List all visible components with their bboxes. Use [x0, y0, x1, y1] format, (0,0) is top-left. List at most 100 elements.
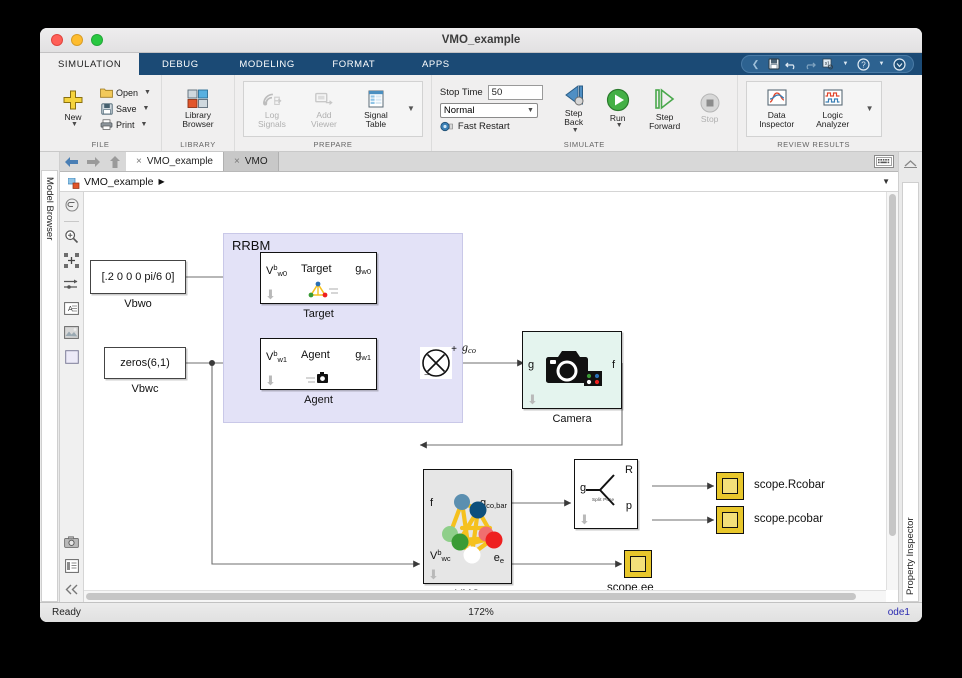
- canvas-row: A RRBM [.2 0 0 0 pi/6 0] Vbwo zeros(6,1)…: [60, 192, 898, 602]
- block-product[interactable]: + −: [420, 344, 457, 381]
- floppy-icon: [100, 102, 113, 115]
- agent-camera-icon: [306, 372, 328, 383]
- logic-analyzer-icon: [823, 89, 843, 106]
- review-overflow-caret-icon[interactable]: ▼: [861, 104, 879, 113]
- open-caret-icon[interactable]: ▼: [144, 89, 151, 96]
- zoom-icon[interactable]: [63, 228, 80, 245]
- log-signals-button[interactable]: Log Signals: [246, 89, 298, 129]
- breadcrumb-dropdown-icon[interactable]: ▼: [882, 177, 890, 186]
- model-browser-tab-label[interactable]: Model Browser: [41, 170, 58, 602]
- undo-icon[interactable]: [785, 58, 798, 71]
- ribbon-tab-bar: SIMULATION DEBUG MODELING FORMAT APPS ❮ …: [40, 53, 922, 75]
- save-caret-icon[interactable]: ▼: [143, 105, 150, 112]
- chevron-down-icon-2[interactable]: ▼: [875, 58, 888, 71]
- review-box: Data Inspector Logic Analyzer ▼: [745, 80, 882, 137]
- fit-to-view-icon[interactable]: [63, 252, 80, 269]
- new-caret-icon[interactable]: ▼: [71, 121, 78, 128]
- navigate-up-icon[interactable]: [63, 196, 80, 213]
- model-canvas[interactable]: RRBM [.2 0 0 0 pi/6 0] Vbwo zeros(6,1) V…: [84, 192, 898, 602]
- tab-debug[interactable]: DEBUG: [139, 53, 221, 75]
- scope-ee[interactable]: scope.ee: [607, 550, 654, 594]
- save-icon[interactable]: [767, 58, 780, 71]
- close-icon[interactable]: ×: [234, 156, 240, 167]
- add-viewer-button[interactable]: Add Viewer: [298, 89, 350, 129]
- property-inspector-collapse-icon[interactable]: [904, 155, 917, 173]
- chevron-down-icon-1[interactable]: ▼: [839, 58, 852, 71]
- stop-time-input[interactable]: 50: [487, 85, 543, 100]
- log-signals-icon: [262, 93, 282, 106]
- stop-button[interactable]: Stop: [691, 77, 729, 140]
- file-tab-vmo[interactable]: × VMO: [223, 152, 279, 171]
- simulation-mode-select[interactable]: Normal ▼: [439, 103, 538, 118]
- block-split-pose[interactable]: g R p Split Pose ⬇: [574, 459, 638, 529]
- file-tab-vmo-example[interactable]: × VMO_example: [126, 152, 224, 171]
- constant-vbwc[interactable]: zeros(6,1) Vbwc: [104, 347, 186, 395]
- block-split-pose-label: Split Pose: [592, 497, 615, 502]
- image-icon[interactable]: [63, 324, 80, 341]
- step-back-button[interactable]: Step Back ▼: [551, 77, 597, 140]
- save-button[interactable]: Save ▼: [98, 101, 153, 116]
- tab-apps[interactable]: APPS: [395, 53, 477, 75]
- find-icon[interactable]: x): [821, 58, 834, 71]
- block-agent[interactable]: Vbw1 Agent gw1 ⬇ Agent: [260, 338, 377, 406]
- breadcrumb-text[interactable]: VMO_example: [84, 176, 153, 188]
- breadcrumb-arrow-icon[interactable]: ▶: [158, 177, 164, 186]
- constant-vbwo[interactable]: [.2 0 0 0 pi/6 0] Vbwo: [90, 260, 186, 310]
- property-inspector-tab-label[interactable]: Property Inspector: [902, 182, 919, 602]
- print-caret-icon[interactable]: ▼: [141, 121, 148, 128]
- scope-rcobar[interactable]: scope.Rcobar: [716, 472, 825, 500]
- canvas-vertical-scrollbar[interactable]: [886, 192, 898, 590]
- block-camera[interactable]: g f ⬇ Camera: [522, 331, 622, 425]
- forward-arrow-icon[interactable]: [82, 152, 104, 171]
- report-icon[interactable]: [63, 557, 80, 574]
- print-button[interactable]: Print ▼: [98, 117, 153, 132]
- tab-format[interactable]: FORMAT: [313, 53, 395, 75]
- up-arrow-icon[interactable]: [104, 152, 126, 171]
- signal-routing-icon[interactable]: [63, 276, 80, 293]
- tab-simulation[interactable]: SIMULATION: [40, 53, 140, 75]
- horizontal-scroll-thumb[interactable]: [86, 593, 856, 600]
- block-target[interactable]: Vbw0 Target gw0 ⬇ Target: [260, 252, 377, 320]
- library-browser-icon: [187, 89, 208, 108]
- block-target-caption: Target: [303, 308, 334, 320]
- annotation-icon[interactable]: A: [63, 300, 80, 317]
- new-button[interactable]: New ▼: [48, 89, 98, 128]
- run-caret-icon[interactable]: ▼: [616, 122, 623, 129]
- ribbon-group-simulate-label: SIMULATE: [563, 140, 605, 149]
- library-browser-button[interactable]: Library Browser: [170, 89, 226, 129]
- open-button[interactable]: Open ▼: [98, 85, 153, 100]
- area-icon[interactable]: [63, 348, 80, 365]
- stop-time-row: Stop Time 50: [440, 85, 543, 100]
- block-agent-caption: Agent: [304, 394, 333, 406]
- block-vmo[interactable]: f Vbwc gco,bar ee ⬇: [423, 469, 512, 600]
- canvas-horizontal-scrollbar[interactable]: [84, 590, 886, 602]
- step-back-caret-icon[interactable]: ▼: [572, 127, 579, 134]
- prepare-overflow-caret-icon[interactable]: ▼: [402, 104, 420, 113]
- fast-restart-button[interactable]: Fast Restart: [440, 121, 543, 132]
- step-back-icon: [564, 85, 584, 106]
- close-icon[interactable]: ×: [136, 156, 142, 167]
- data-inspector-button[interactable]: Data Inspector: [749, 89, 805, 129]
- status-zoom-level[interactable]: 172%: [40, 607, 922, 618]
- back-arrow-icon[interactable]: [60, 152, 82, 171]
- constant-vbwc-label: Vbwc: [131, 383, 159, 395]
- run-button[interactable]: Run ▼: [597, 77, 639, 140]
- signal-table-button[interactable]: Signal Table: [350, 89, 402, 129]
- help-icon[interactable]: ?: [857, 57, 870, 71]
- notify-icon[interactable]: [893, 57, 906, 71]
- block-camera-out-port: f: [611, 359, 615, 371]
- status-solver[interactable]: ode1: [888, 607, 910, 618]
- collapse-icon[interactable]: [63, 581, 80, 598]
- product-plus-sign: +: [451, 344, 457, 355]
- scope-pcobar-label: scope.pcobar: [754, 513, 824, 525]
- step-forward-button[interactable]: Step Forward: [639, 77, 691, 140]
- keyboard-shortcut-icon[interactable]: [874, 155, 894, 168]
- block-target-enable-icon: ⬇: [265, 287, 276, 302]
- logic-analyzer-button[interactable]: Logic Analyzer: [805, 89, 861, 129]
- vertical-scroll-thumb[interactable]: [889, 194, 896, 537]
- camera-icon[interactable]: [63, 533, 80, 550]
- tab-modeling[interactable]: MODELING: [221, 53, 312, 75]
- scope-pcobar[interactable]: scope.pcobar: [716, 506, 823, 534]
- property-inspector-panel[interactable]: Property Inspector: [898, 152, 922, 602]
- model-browser-panel[interactable]: Model Browser: [40, 152, 60, 602]
